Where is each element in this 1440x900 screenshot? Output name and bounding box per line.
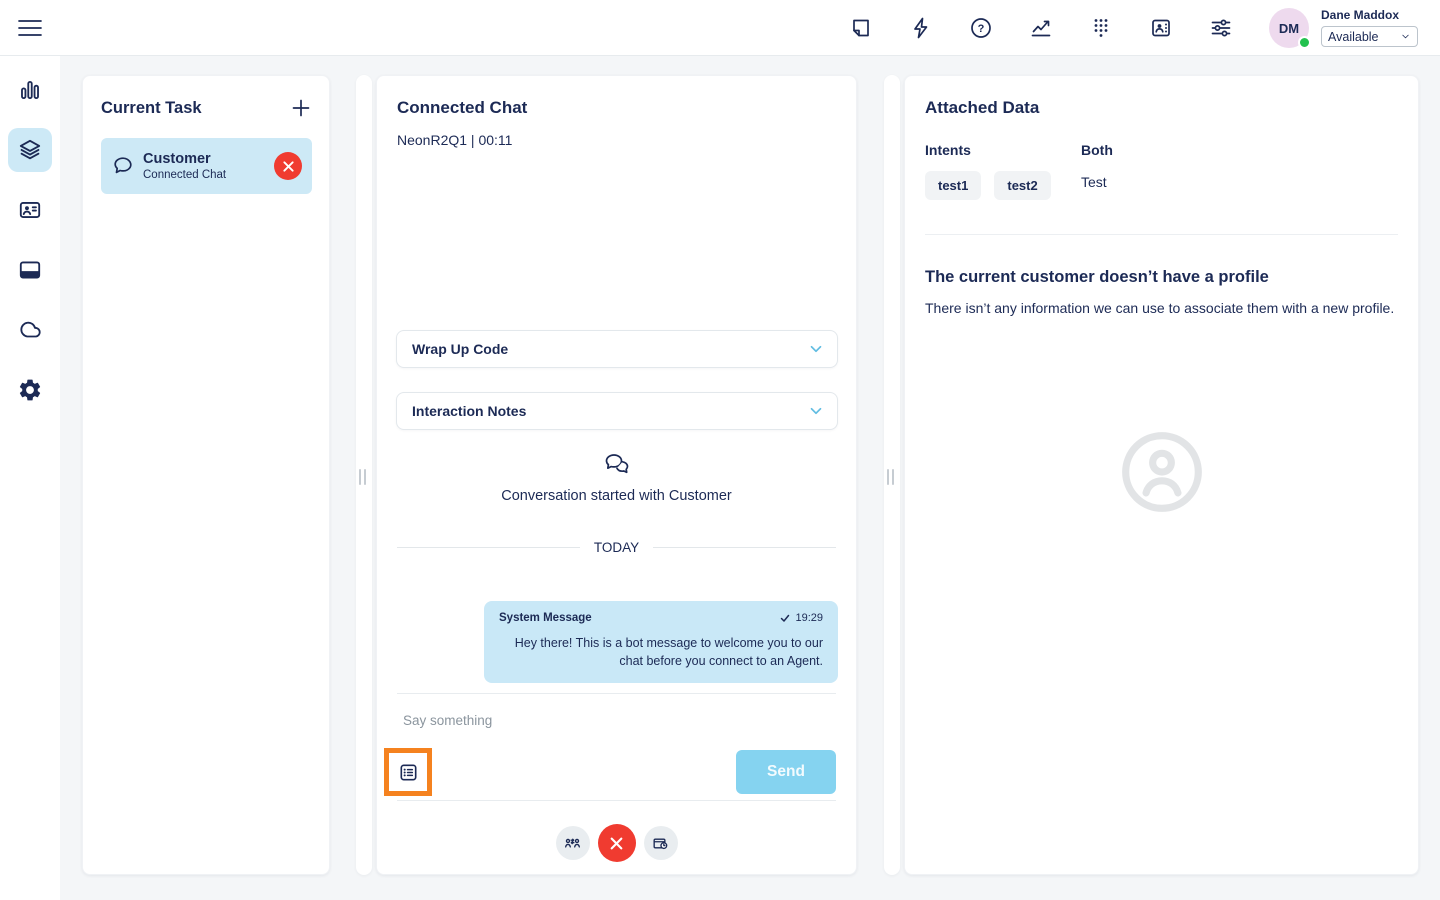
send-button[interactable]: Send bbox=[736, 750, 836, 794]
conversation-start-text: Conversation started with Customer bbox=[501, 488, 732, 504]
sidebar-item-activity[interactable] bbox=[8, 68, 52, 112]
both-value: Test bbox=[1081, 174, 1107, 190]
chat-title: Connected Chat bbox=[397, 98, 528, 117]
park-interaction-button[interactable] bbox=[643, 826, 678, 860]
transfer-button[interactable] bbox=[555, 826, 590, 860]
both-label: Both bbox=[1081, 142, 1113, 158]
day-divider: TODAY bbox=[397, 540, 837, 555]
chat-bubble-icon bbox=[111, 154, 135, 178]
user-name: Dane Maddox bbox=[1321, 8, 1400, 22]
divider bbox=[925, 234, 1398, 235]
message-sender: System Message bbox=[499, 612, 592, 624]
quick-reply-icon[interactable] bbox=[909, 16, 933, 40]
status-dot bbox=[1298, 36, 1311, 49]
sidebar-item-apps[interactable] bbox=[8, 248, 52, 292]
chat-session-info: NeonR2Q1 | 00:11 bbox=[397, 132, 513, 148]
current-task-panel: Current Task Customer Connected Chat bbox=[82, 75, 330, 875]
attached-data-panel: Attached Data Intents test1 test2 Both T… bbox=[904, 75, 1419, 875]
preferences-icon[interactable] bbox=[1209, 16, 1233, 40]
message-text: Hey there! This is a bot message to welc… bbox=[514, 636, 823, 669]
task-card-customer[interactable]: Customer Connected Chat bbox=[101, 138, 312, 194]
sidebar-item-interactions[interactable] bbox=[8, 128, 52, 172]
sidebar bbox=[0, 56, 60, 900]
profile-placeholder-icon bbox=[1118, 428, 1206, 516]
interaction-notes-label: Interaction Notes bbox=[412, 403, 527, 419]
no-profile-title: The current customer doesn’t have a prof… bbox=[925, 268, 1269, 286]
grip-icon bbox=[887, 469, 894, 485]
canned-responses-icon bbox=[399, 763, 417, 781]
help-icon[interactable]: ? bbox=[969, 16, 993, 40]
end-chat-button[interactable] bbox=[597, 824, 636, 862]
divider bbox=[397, 693, 836, 694]
transfer-icon bbox=[565, 838, 580, 848]
task-subtitle: Connected Chat bbox=[143, 169, 227, 181]
sidebar-item-settings[interactable] bbox=[8, 368, 52, 412]
status-select[interactable]: Available bbox=[1321, 26, 1418, 47]
chevron-down-icon bbox=[810, 345, 822, 353]
intents-label: Intents bbox=[925, 142, 971, 158]
close-icon bbox=[610, 837, 623, 849]
panel-resize-handle[interactable] bbox=[356, 75, 372, 875]
dialpad-icon[interactable] bbox=[1089, 16, 1113, 40]
no-profile-text: There isn’t any information we can use t… bbox=[925, 300, 1395, 316]
intents-chips: test1 test2 bbox=[925, 171, 1051, 200]
task-title: Customer bbox=[143, 151, 211, 167]
day-label: TODAY bbox=[593, 540, 640, 555]
note-icon[interactable] bbox=[849, 16, 873, 40]
menu-icon[interactable] bbox=[17, 16, 43, 40]
panel-resize-handle[interactable] bbox=[884, 75, 900, 875]
interaction-notes-dropdown[interactable]: Interaction Notes bbox=[396, 392, 838, 430]
message-status: 19:29 bbox=[779, 612, 823, 624]
close-task-button[interactable] bbox=[274, 152, 302, 180]
svg-text:?: ? bbox=[978, 23, 985, 35]
attached-data-title: Attached Data bbox=[925, 98, 1040, 117]
intent-chip: test1 bbox=[925, 171, 982, 200]
sidebar-item-cloud[interactable] bbox=[8, 308, 52, 352]
topbar-icon-group: ? bbox=[849, 16, 1233, 40]
user-block: Dane Maddox Available bbox=[1321, 8, 1421, 47]
add-task-button[interactable] bbox=[289, 96, 313, 120]
conversation-start: Conversation started with Customer bbox=[377, 450, 856, 504]
box-clock-icon bbox=[653, 837, 668, 849]
user-avatar[interactable]: DM bbox=[1269, 8, 1311, 49]
canned-responses-highlight[interactable] bbox=[384, 748, 432, 796]
performance-icon[interactable] bbox=[1029, 16, 1053, 40]
conversation-icon bbox=[602, 450, 632, 480]
contacts-icon[interactable] bbox=[1149, 16, 1173, 40]
system-message-bubble: System Message 19:29 Hey there! This is … bbox=[484, 601, 838, 684]
chat-action-row bbox=[377, 824, 856, 862]
current-task-title: Current Task bbox=[101, 98, 202, 117]
wrap-up-code-dropdown[interactable]: Wrap Up Code bbox=[396, 330, 838, 368]
topbar: ? DM Dane Maddox Available bbox=[0, 0, 1440, 56]
check-icon bbox=[781, 614, 790, 622]
connected-chat-panel: Connected Chat NeonR2Q1 | 00:11 Wrap Up … bbox=[376, 75, 857, 875]
chevron-down-icon bbox=[810, 407, 822, 415]
divider bbox=[397, 800, 836, 801]
grip-icon bbox=[359, 469, 366, 485]
intent-chip: test2 bbox=[994, 171, 1051, 200]
chat-input[interactable] bbox=[403, 708, 823, 732]
status-value: Available bbox=[1328, 29, 1379, 44]
wrap-up-code-label: Wrap Up Code bbox=[412, 341, 509, 357]
message-time: 19:29 bbox=[795, 612, 823, 624]
sidebar-item-contacts[interactable] bbox=[8, 188, 52, 232]
